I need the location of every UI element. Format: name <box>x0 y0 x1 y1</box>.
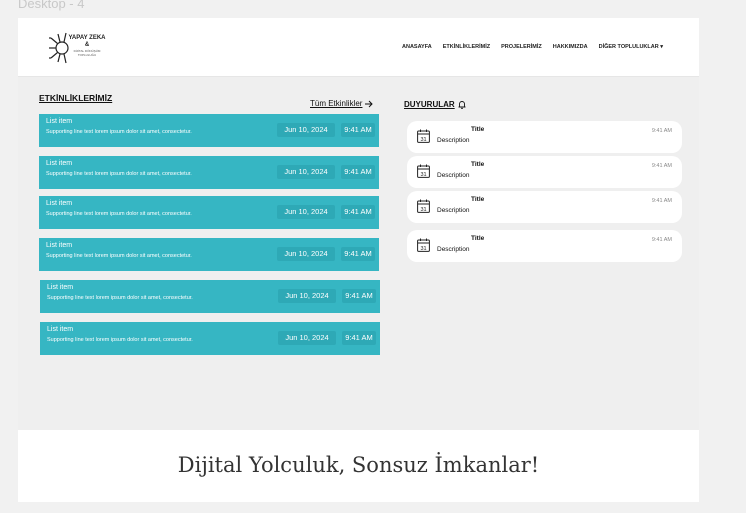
all-events-link[interactable]: Tüm Etkinlikler <box>310 99 374 108</box>
list-item-time: 9:41 AM <box>341 165 375 179</box>
frame-label: Desktop - 4 <box>18 0 85 11</box>
announcement-card[interactable]: 31 Title Description 9:41 AM <box>407 191 682 223</box>
list-item-time: 9:41 AM <box>341 205 375 219</box>
list-item-date: Jun 10, 2024 <box>277 205 335 219</box>
announcement-card[interactable]: 31 Title Description 9:41 AM <box>407 121 682 153</box>
announcement-time: 9:41 AM <box>651 163 672 169</box>
nav-item-about[interactable]: HAKKIMIZDA <box>553 44 588 50</box>
list-item-subtitle: Supporting line text lorem ipsum dolor s… <box>46 211 192 217</box>
announcement-card[interactable]: 31 Title Description 9:41 AM <box>407 156 682 188</box>
logo-text: YAPAY ZEKA & DİJİTAL DÖNÜŞÜM TOPLULUĞU <box>67 35 107 57</box>
nav-item-other-communities[interactable]: DİĞER TOPLULUKLAR ▾ <box>599 44 663 50</box>
calendar-icon: 31 <box>417 164 430 178</box>
list-item-title: List item <box>46 118 73 125</box>
list-item-date: Jun 10, 2024 <box>277 247 335 261</box>
calendar-icon: 31 <box>417 129 430 143</box>
list-item[interactable]: List item Supporting line text lorem ips… <box>40 280 380 313</box>
calendar-day: 31 <box>420 246 426 252</box>
list-item-time: 9:41 AM <box>341 247 375 261</box>
nav-item-home[interactable]: ANASAYFA <box>402 44 432 50</box>
list-item-date: Jun 10, 2024 <box>278 331 336 345</box>
all-events-label: Tüm Etkinlikler <box>310 99 363 108</box>
list-item[interactable]: List item Supporting line text lorem ips… <box>39 156 379 189</box>
list-item[interactable]: List item Supporting line text lorem ips… <box>39 114 379 147</box>
announcements-title: DUYURULAR <box>404 100 466 109</box>
logo-line1: YAPAY ZEKA <box>68 35 106 41</box>
announcement-title: Title <box>471 126 485 133</box>
list-item-subtitle: Supporting line text lorem ipsum dolor s… <box>47 295 193 301</box>
list-item[interactable]: List item Supporting line text lorem ips… <box>39 238 379 271</box>
announcement-title: Title <box>471 196 485 203</box>
list-item-subtitle: Supporting line text lorem ipsum dolor s… <box>46 171 192 177</box>
announcement-time: 9:41 AM <box>651 128 672 134</box>
logo-line2: & <box>84 42 90 48</box>
list-item-title: List item <box>47 284 74 291</box>
announcement-description: Description <box>437 137 470 144</box>
list-item[interactable]: List item Supporting line text lorem ips… <box>39 196 379 229</box>
list-item-title: List item <box>46 200 73 207</box>
footer: Dijital Yolculuk, Sonsuz İmkanlar! <box>18 430 699 502</box>
nav-item-events[interactable]: ETKİNLİKLERİMİZ <box>443 44 490 50</box>
announcement-description: Description <box>437 246 470 253</box>
announcement-description: Description <box>437 172 470 179</box>
list-item-subtitle: Supporting line text lorem ipsum dolor s… <box>46 129 192 135</box>
arrow-right-icon <box>365 100 374 107</box>
list-item-date: Jun 10, 2024 <box>277 165 335 179</box>
logo[interactable]: YAPAY ZEKA & DİJİTAL DÖNÜŞÜM TOPLULUĞU <box>48 30 108 66</box>
calendar-icon: 31 <box>417 199 430 213</box>
site-header: YAPAY ZEKA & DİJİTAL DÖNÜŞÜM TOPLULUĞU A… <box>18 18 699 77</box>
list-item-time: 9:41 AM <box>341 123 375 137</box>
calendar-day: 31 <box>420 172 426 178</box>
desktop-frame: YAPAY ZEKA & DİJİTAL DÖNÜŞÜM TOPLULUĞU A… <box>18 18 699 502</box>
list-item-time: 9:41 AM <box>342 331 376 345</box>
logo-line3: DİJİTAL DÖNÜŞÜM TOPLULUĞU <box>73 49 101 57</box>
list-item-date: Jun 10, 2024 <box>278 289 336 303</box>
announcement-time: 9:41 AM <box>651 237 672 243</box>
announcements-label: DUYURULAR <box>404 100 455 109</box>
list-item-subtitle: Supporting line text lorem ipsum dolor s… <box>46 253 192 259</box>
list-item-date: Jun 10, 2024 <box>277 123 335 137</box>
calendar-day: 31 <box>420 207 426 213</box>
announcement-time: 9:41 AM <box>651 198 672 204</box>
list-item[interactable]: List item Supporting line text lorem ips… <box>40 322 380 355</box>
list-item-title: List item <box>46 242 73 249</box>
list-item-subtitle: Supporting line text lorem ipsum dolor s… <box>47 337 193 343</box>
main-nav: ANASAYFA ETKİNLİKLERİMİZ PROJELERİMİZ HA… <box>402 44 663 50</box>
bell-icon <box>458 101 466 109</box>
calendar-icon: 31 <box>417 238 430 252</box>
list-item-title: List item <box>46 160 73 167</box>
announcement-description: Description <box>437 207 470 214</box>
announcement-title: Title <box>471 235 485 242</box>
calendar-day: 31 <box>420 137 426 143</box>
nav-item-projects[interactable]: PROJELERİMİZ <box>501 44 542 50</box>
announcement-card[interactable]: 31 Title Description 9:41 AM <box>407 230 682 262</box>
list-item-title: List item <box>47 326 74 333</box>
footer-tagline: Dijital Yolculuk, Sonsuz İmkanlar! <box>177 453 540 477</box>
announcement-title: Title <box>471 161 485 168</box>
list-item-time: 9:41 AM <box>342 289 376 303</box>
events-section-title: ETKİNLİKLERİMİZ <box>39 93 113 103</box>
